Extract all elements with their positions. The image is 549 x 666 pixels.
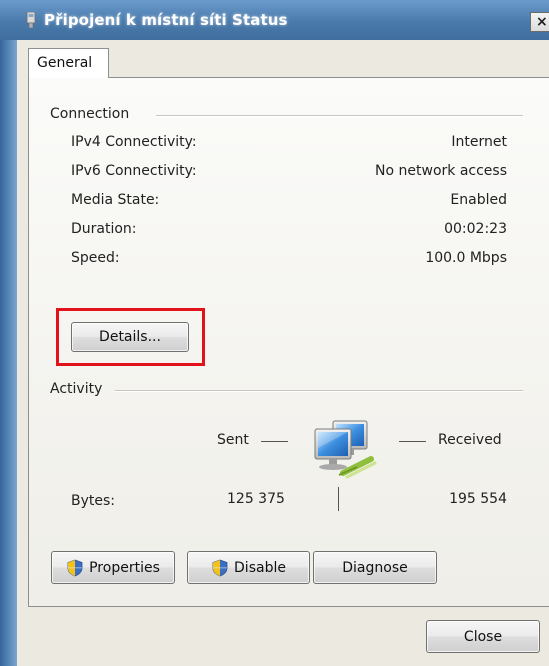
network-adapter-icon xyxy=(26,12,36,28)
received-dash xyxy=(399,441,426,442)
duration-label: Duration: xyxy=(71,221,137,237)
dialog-body: General Connection IPv4 Connectivity: In… xyxy=(17,40,549,666)
disable-button[interactable]: Disable xyxy=(187,551,310,584)
status-window: Připojení k místní síti Status × General… xyxy=(0,0,549,666)
window-frame-left xyxy=(0,40,17,666)
activity-group-label: Activity xyxy=(50,381,103,397)
bytes-label: Bytes: xyxy=(71,493,116,509)
speed-value: 100.0 Mbps xyxy=(425,250,507,266)
received-label: Received xyxy=(438,432,502,448)
details-button[interactable]: Details... xyxy=(71,322,189,352)
sent-dash xyxy=(261,441,288,442)
connection-group-label: Connection xyxy=(50,106,130,122)
media-state-value: Enabled xyxy=(450,192,507,208)
network-computers-icon xyxy=(314,420,377,479)
duration-value: 00:02:23 xyxy=(444,221,507,237)
ipv6-connectivity-value: No network access xyxy=(375,163,507,179)
properties-button[interactable]: Properties xyxy=(51,551,175,584)
bytes-received-value: 195 554 xyxy=(449,491,507,507)
connection-group-line xyxy=(156,115,523,117)
disable-button-label: Disable xyxy=(234,559,286,576)
tab-general[interactable]: General xyxy=(28,48,109,78)
ipv4-connectivity-value: Internet xyxy=(451,134,507,150)
tab-panel-general: Connection IPv4 Connectivity: Internet I… xyxy=(28,77,549,607)
diagnose-button[interactable]: Diagnose xyxy=(313,551,437,584)
ipv4-connectivity-label: IPv4 Connectivity: xyxy=(71,134,197,150)
ipv6-connectivity-label: IPv6 Connectivity: xyxy=(71,163,197,179)
title-bar[interactable]: Připojení k místní síti Status × xyxy=(0,0,549,40)
uac-shield-icon xyxy=(67,559,83,576)
media-state-label: Media State: xyxy=(71,192,160,208)
close-window-button[interactable]: × xyxy=(530,12,549,32)
window-title: Připojení k místní síti Status xyxy=(44,11,288,29)
properties-button-label: Properties xyxy=(89,559,160,576)
activity-separator xyxy=(338,487,339,511)
speed-label: Speed: xyxy=(71,250,120,266)
activity-group-line xyxy=(115,390,523,392)
bytes-sent-value: 125 375 xyxy=(227,491,285,507)
close-button[interactable]: Close xyxy=(426,620,540,653)
sent-label: Sent xyxy=(217,432,249,448)
uac-shield-icon xyxy=(212,559,228,576)
